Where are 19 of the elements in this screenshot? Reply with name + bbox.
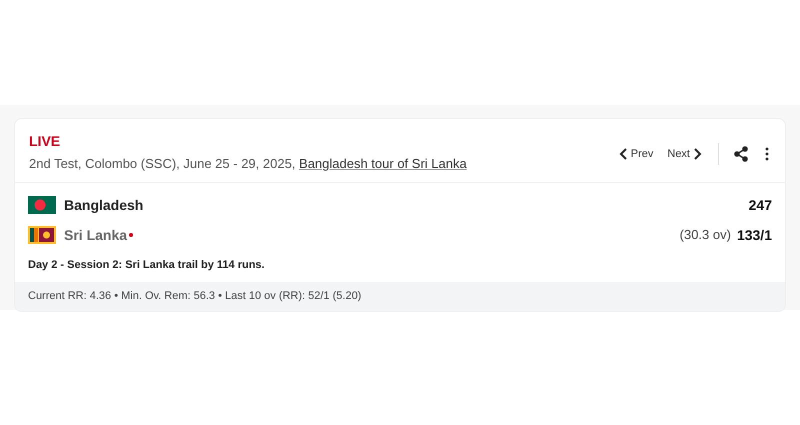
team-score: 133/1 bbox=[736, 226, 772, 244]
flag-icon bbox=[28, 196, 56, 214]
team-name: Bangladesh bbox=[64, 196, 144, 215]
prev-button[interactable]: Prev bbox=[614, 146, 658, 162]
chevron-right-icon bbox=[692, 148, 702, 160]
live-label: LIVE bbox=[29, 132, 62, 151]
chevron-left-icon bbox=[618, 148, 629, 160]
overs-text: (30.3 ov) bbox=[680, 226, 731, 244]
match-status-text: Day 2 - Session 2: Sri Lanka trail by 114 runs. bbox=[28, 258, 266, 272]
match-description: 2nd Test, Colombo (SSC), June 25 - 29, 2025, bbox=[29, 155, 296, 173]
share-icon bbox=[733, 146, 749, 162]
team-score: 247 bbox=[748, 196, 772, 214]
next-button[interactable]: Next bbox=[663, 146, 706, 162]
flag-icon bbox=[28, 226, 56, 244]
more-button[interactable] bbox=[763, 145, 771, 163]
more-icon bbox=[765, 147, 769, 161]
run-rate-bar: Current RR: 4.36 • Min. Ov. Rem: 56.3 • Last 10 ov (RR): 52/1 (5.20) bbox=[15, 282, 785, 310]
series-link[interactable]: Bangladesh tour of Sri Lanka bbox=[299, 154, 467, 174]
team-name: Sri Lanka bbox=[64, 226, 128, 244]
